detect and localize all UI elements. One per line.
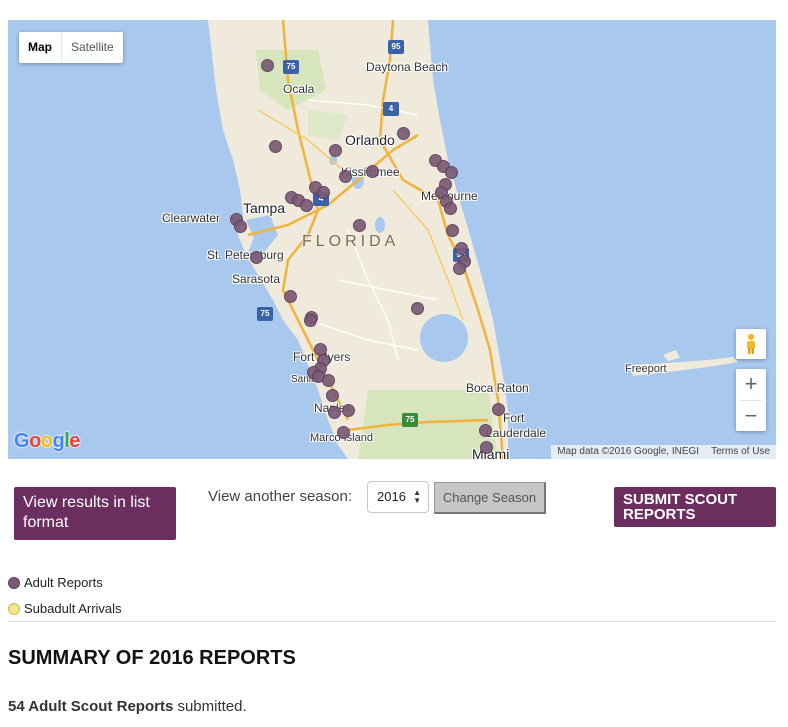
adult-report-marker[interactable] xyxy=(339,170,352,183)
interstate-shield-icon: 75 xyxy=(257,307,273,321)
interstate-shield-icon: 95 xyxy=(388,40,404,54)
city-label: Orlando xyxy=(345,132,395,148)
summary-title: SUMMARY OF 2016 REPORTS xyxy=(8,647,296,669)
submit-scout-reports-button[interactable]: SUBMIT SCOUT REPORTS xyxy=(614,487,776,527)
legend-label: Adult Reports xyxy=(24,575,103,590)
adult-report-marker[interactable] xyxy=(337,426,350,439)
adult-report-marker[interactable] xyxy=(492,403,505,416)
adult-report-marker[interactable] xyxy=(397,127,410,140)
report-count-suffix: submitted. xyxy=(173,698,247,715)
zoom-in-button[interactable]: + xyxy=(736,369,766,400)
map-type-map-button[interactable]: Map xyxy=(19,32,62,63)
city-label: Ocala xyxy=(283,82,315,96)
interstate-shield-icon: 75 xyxy=(402,413,418,427)
adult-report-marker[interactable] xyxy=(444,202,457,215)
city-label: Freeport xyxy=(625,363,667,375)
city-label: Fort xyxy=(503,411,525,425)
street-view-pegman-icon[interactable] xyxy=(736,329,766,359)
adult-report-marker[interactable] xyxy=(328,406,341,419)
season-select[interactable]: 2016 ▲ ▼ xyxy=(367,481,429,513)
adult-report-marker[interactable] xyxy=(479,424,492,437)
divider xyxy=(8,621,776,622)
adult-report-marker[interactable] xyxy=(480,441,493,454)
adult-report-marker[interactable] xyxy=(342,404,355,417)
adult-report-marker[interactable] xyxy=(284,290,297,303)
season-label: View another season: xyxy=(208,488,352,505)
map-attribution: Map data ©2016 Google, INEGI Terms of Us… xyxy=(551,445,776,459)
legend-item-adult: Adult Reports xyxy=(8,575,103,590)
adult-report-marker[interactable] xyxy=(326,389,339,402)
adult-report-marker[interactable] xyxy=(304,314,317,327)
map-data-credit: Map data ©2016 Google, INEGI xyxy=(557,446,700,457)
terms-of-use-link[interactable]: Terms of Use xyxy=(705,445,776,459)
select-arrows-icon: ▲ ▼ xyxy=(413,488,421,505)
adult-marker-icon xyxy=(8,576,20,589)
google-logo[interactable]: Google xyxy=(14,430,80,453)
adult-report-marker[interactable] xyxy=(329,144,342,157)
adult-report-marker[interactable] xyxy=(317,186,330,199)
legend-label: Subadult Arrivals xyxy=(24,601,122,616)
adult-report-marker[interactable] xyxy=(445,166,458,179)
map-type-satellite-button[interactable]: Satellite xyxy=(62,32,123,63)
report-map[interactable]: Map Satellite FLORIDA Ocala Daytona Beac… xyxy=(8,20,776,459)
map-type-control: Map Satellite xyxy=(19,32,123,63)
adult-report-marker[interactable] xyxy=(446,224,459,237)
adult-report-marker[interactable] xyxy=(322,374,335,387)
city-label: Sarasota xyxy=(232,272,281,286)
adult-report-marker[interactable] xyxy=(269,140,282,153)
adult-report-marker[interactable] xyxy=(234,220,247,233)
report-count: 54 Adult Scout Reports xyxy=(8,698,174,715)
interstate-shield-icon: 75 xyxy=(283,60,299,74)
summary-text: 54 Adult Scout Reports submitted. xyxy=(8,698,247,715)
adult-report-marker[interactable] xyxy=(353,219,366,232)
state-label: FLORIDA xyxy=(302,233,400,250)
adult-report-marker[interactable] xyxy=(453,262,466,275)
adult-report-marker[interactable] xyxy=(261,59,274,72)
subadult-marker-icon xyxy=(8,602,20,615)
adult-report-marker[interactable] xyxy=(300,199,313,212)
interstate-shield-icon: 4 xyxy=(383,102,399,116)
zoom-control: + − xyxy=(736,369,766,431)
city-label: Lauderdale xyxy=(486,426,547,440)
zoom-out-button[interactable]: − xyxy=(736,401,766,432)
legend-item-subadult: Subadult Arrivals xyxy=(8,601,122,616)
adult-report-marker[interactable] xyxy=(411,302,424,315)
adult-report-marker[interactable] xyxy=(250,251,263,264)
city-label: St. Petersburg xyxy=(207,248,284,262)
city-label: Daytona Beach xyxy=(366,60,449,74)
change-season-button[interactable]: Change Season xyxy=(434,482,546,514)
adult-report-marker[interactable] xyxy=(366,165,379,178)
city-label: Tampa xyxy=(243,200,286,216)
city-label: Clearwater xyxy=(162,211,221,225)
season-select-value: 2016 xyxy=(377,489,406,504)
adult-report-marker[interactable] xyxy=(455,242,468,255)
view-list-button[interactable]: View results in list format xyxy=(14,487,176,540)
city-label: Boca Raton xyxy=(466,381,529,395)
